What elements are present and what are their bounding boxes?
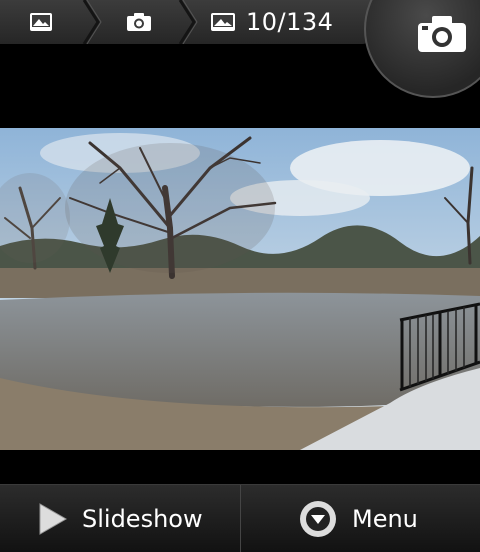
menu-button[interactable]: Menu [298, 485, 418, 552]
action-divider [240, 485, 241, 552]
camera-icon [418, 16, 466, 52]
picture-icon [30, 13, 52, 31]
slideshow-button[interactable]: Slideshow [38, 485, 203, 552]
menu-icon [300, 500, 336, 537]
play-icon [39, 502, 68, 535]
photo-view[interactable] [0, 128, 480, 450]
breadcrumb-camera-album[interactable] [100, 0, 178, 44]
action-bar: Slideshow Menu [0, 484, 480, 552]
breadcrumb-separator [82, 0, 102, 44]
picture-icon [211, 13, 235, 31]
breadcrumb-separator [178, 0, 198, 44]
breadcrumb: 10/134 [0, 0, 372, 44]
photo-count: 10/134 [246, 8, 334, 36]
menu-label: Menu [352, 504, 418, 533]
breadcrumb-gallery[interactable] [0, 0, 82, 44]
slideshow-label: Slideshow [82, 504, 203, 533]
breadcrumb-current-photo[interactable]: 10/134 [210, 0, 360, 44]
photo-image [0, 128, 480, 450]
camera-icon [127, 13, 151, 31]
